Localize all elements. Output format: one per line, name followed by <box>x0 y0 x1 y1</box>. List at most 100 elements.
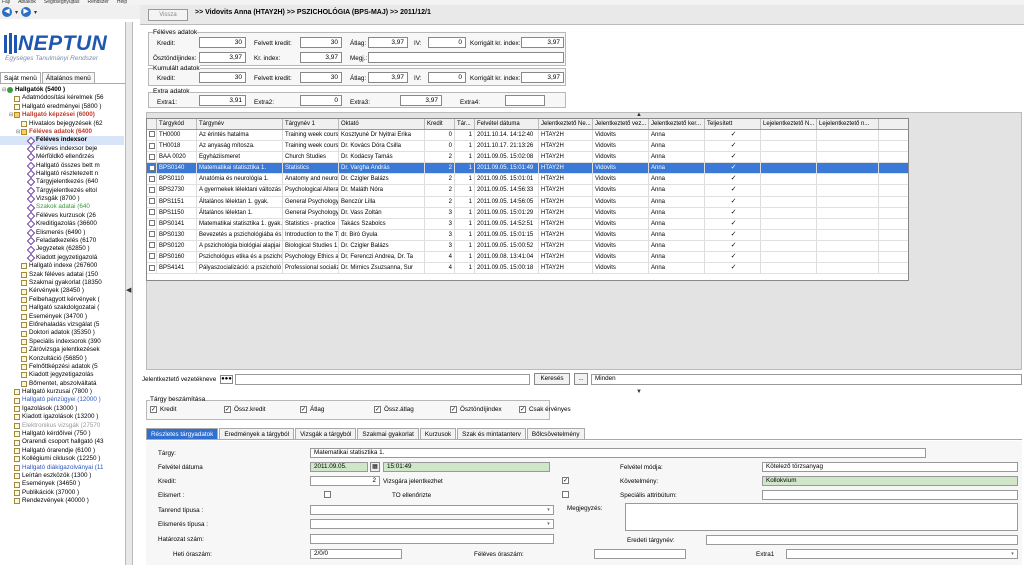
table-row[interactable]: TH0018 Az anyaság mítosza. Training week c… <box>147 141 908 153</box>
tree-node[interactable]: Kérvények (28450 ) <box>0 287 124 295</box>
osztondij-index-field[interactable]: 3,97 <box>199 52 246 63</box>
felvetel-modja-field[interactable]: Kötelező törzsanyag <box>762 462 1018 472</box>
teljesitett-checkbox[interactable]: ✓ <box>705 163 761 174</box>
row-select-checkbox[interactable] <box>147 252 157 263</box>
more-options-button[interactable]: ... <box>574 373 588 385</box>
iv-field[interactable]: 0 <box>428 37 466 48</box>
kovetelmeny-field[interactable]: Kollokvium <box>762 476 1018 486</box>
collapse-down-icon[interactable]: ▼ <box>636 389 642 395</box>
grid-column-header[interactable]: Jelentkeztető vez... <box>593 119 649 129</box>
tree-node[interactable]: Hallgató órarendje (6100 ) <box>0 447 124 455</box>
row-select-checkbox[interactable] <box>147 130 157 141</box>
teljesitett-checkbox[interactable]: ✓ <box>705 207 761 218</box>
tree-node[interactable]: Záróvizsga jelentkezések <box>0 346 124 354</box>
tab-1[interactable]: Eredmények a tárgyból <box>219 428 295 439</box>
tree-node[interactable]: Felnőttképzési adatok (5 <box>0 363 124 371</box>
table-row[interactable]: BPS0120 A pszichológia biológiai alapjai B… <box>147 240 908 253</box>
tree-node[interactable]: Szakmai gyakorlat (18350 <box>0 279 124 287</box>
to-ellenorizte-checkbox[interactable] <box>562 491 569 498</box>
grid-column-header[interactable]: Lejelentkeztető n... <box>817 119 879 129</box>
csak-ervenyes-checkbox[interactable]: ✓ <box>519 406 526 413</box>
tree-node[interactable]: Hallgató indexe (267600 <box>0 262 124 270</box>
tree-node[interactable]: Rendezvények (40000 ) <box>0 497 124 505</box>
heti-oraszam-field[interactable]: 2/0/0 <box>310 549 402 559</box>
tree-node[interactable]: Bőrnentet, abszolváltatá <box>0 380 124 388</box>
tree-node[interactable]: Konzultáció (56850 ) <box>0 355 124 363</box>
extra1-detail-dropdown[interactable]: ▾ <box>786 549 1018 559</box>
tree-node[interactable]: Hivatalos bejegyzések (62 <box>0 120 124 128</box>
beszamitas-checkbox[interactable]: ✓ <box>374 406 381 413</box>
teljesitett-checkbox[interactable]: ✓ <box>705 174 761 185</box>
extra4-field[interactable] <box>505 95 545 106</box>
tree-node[interactable]: Leírtán eszközök (1300 ) <box>0 472 124 480</box>
row-select-checkbox[interactable] <box>147 229 157 240</box>
targy-field[interactable]: Matematikai statisztika 1. <box>310 448 926 458</box>
filter-input[interactable] <box>235 374 530 385</box>
tab-2[interactable]: Vizsgák a tárgyból <box>295 428 357 439</box>
tree-node[interactable]: Előrehaladás vizsgálat (5 <box>0 321 124 329</box>
grid-column-header[interactable]: Jelentkeztető ker... <box>649 119 705 129</box>
grid-column-header[interactable]: Tárgykód <box>157 119 197 129</box>
extra1-field[interactable]: 3,91 <box>199 95 246 106</box>
row-select-checkbox[interactable] <box>147 163 157 174</box>
tree-node[interactable]: Speciális indexsorok (390 <box>0 338 124 346</box>
tree-node[interactable]: Kollégiumi ciklusok (12250 ) <box>0 455 124 463</box>
row-select-checkbox[interactable] <box>147 174 157 185</box>
tree-node[interactable]: Hallgató diákigazolványai (11 <box>0 464 124 472</box>
back-button[interactable]: Vissza <box>148 9 188 21</box>
tanrend-tipusa-dropdown[interactable]: ▾ <box>310 505 554 515</box>
tree-node[interactable]: Adatmódosítási kérelmek (56 <box>0 94 124 102</box>
kumulalt-iv-field[interactable]: 0 <box>428 72 466 83</box>
teljesitett-checkbox[interactable]: ✓ <box>705 185 761 196</box>
row-select-checkbox[interactable] <box>147 141 157 152</box>
tree-node[interactable]: Jegyzetek (62850 ) <box>0 245 124 254</box>
grid-column-header[interactable]: Kredit <box>425 119 455 129</box>
table-row[interactable]: BPS0141 Matematikai statisztika 1. gyak. S… <box>147 218 908 230</box>
felvett-kredit-field[interactable]: 30 <box>300 37 342 48</box>
tab-sajat-menu[interactable]: Saját menü <box>0 72 41 83</box>
eredeti-targynev-field[interactable] <box>706 535 1018 545</box>
kumulalt-korrigalt-field[interactable]: 3,97 <box>521 72 564 83</box>
kredit-detail-field[interactable]: 2 <box>310 476 380 486</box>
elismeres-tipusa-dropdown[interactable]: ▾ <box>310 519 554 529</box>
tab-6[interactable]: Bőlcsövetelmény <box>526 428 585 439</box>
search-button[interactable]: Keresés <box>534 373 570 385</box>
teljesitett-checkbox[interactable]: ✓ <box>705 240 761 252</box>
chevron-down-icon[interactable]: ▾ <box>15 9 18 16</box>
tree-node[interactable]: Hallgató kérdőívei (750 ) <box>0 430 124 438</box>
teljesitett-checkbox[interactable]: ✓ <box>705 152 761 163</box>
tree-node[interactable]: Publikációk (37000 ) <box>0 489 124 497</box>
kumulalt-atlag-field[interactable]: 3,97 <box>368 72 408 83</box>
vizsgara-jelentkezhet-checkbox[interactable]: ✓ <box>562 477 569 484</box>
atlag-field[interactable]: 3,97 <box>368 37 408 48</box>
table-row[interactable]: BPS4141 Pályaszocializáció: a pszicholó Pr… <box>147 263 908 275</box>
grid-column-header[interactable]: Tárgynév 1 <box>283 119 339 129</box>
row-select-checkbox[interactable] <box>147 240 157 252</box>
tab-altalanos-menu[interactable]: Általános menü <box>41 72 95 83</box>
tree-node[interactable]: ⊟ Hallgatók (5400 ) <box>0 86 124 94</box>
chevron-down-icon[interactable]: ▾ <box>34 9 37 16</box>
teljesitett-checkbox[interactable]: ✓ <box>705 196 761 207</box>
teljesitett-checkbox[interactable]: ✓ <box>705 252 761 263</box>
tree-node[interactable]: ⊟ Féléves adatok (6400 <box>0 128 124 136</box>
teljesitett-checkbox[interactable]: ✓ <box>705 141 761 152</box>
teljesitett-checkbox[interactable]: ✓ <box>705 263 761 274</box>
row-select-checkbox[interactable] <box>147 218 157 229</box>
hatarozat-szam-field[interactable] <box>310 534 554 544</box>
grid-column-header[interactable] <box>147 119 157 129</box>
tree-node[interactable]: Elismerés (6490 ) <box>0 228 124 238</box>
back-arrow-icon[interactable]: ◀ <box>2 7 12 17</box>
row-select-checkbox[interactable] <box>147 185 157 196</box>
table-row[interactable]: TH0000 Az érintés hatalma Training week co… <box>147 130 908 142</box>
row-select-checkbox[interactable] <box>147 152 157 163</box>
table-row[interactable]: BPS0140 Matematikai statisztika 1. Statist… <box>147 163 908 175</box>
table-row[interactable]: BPS2730 A gyermekek lélektani változás Psy… <box>147 185 908 197</box>
tree-node[interactable]: Hallgató pénzügyei (12000 ) <box>0 396 124 404</box>
tree-node[interactable]: Hallgató kurzusai (7800 ) <box>0 388 124 396</box>
tab-4[interactable]: Kurzusok <box>419 428 457 439</box>
tree-node[interactable]: Szak féléves adatai (150 <box>0 271 124 279</box>
tree-node[interactable]: Vizsgák (8700 ) <box>0 195 124 204</box>
korrigalt-kr-index-field[interactable]: 3,97 <box>521 37 564 48</box>
tab-5[interactable]: Szak és mintatanterv <box>457 428 526 439</box>
grid-column-header[interactable]: Oktató <box>339 119 425 129</box>
